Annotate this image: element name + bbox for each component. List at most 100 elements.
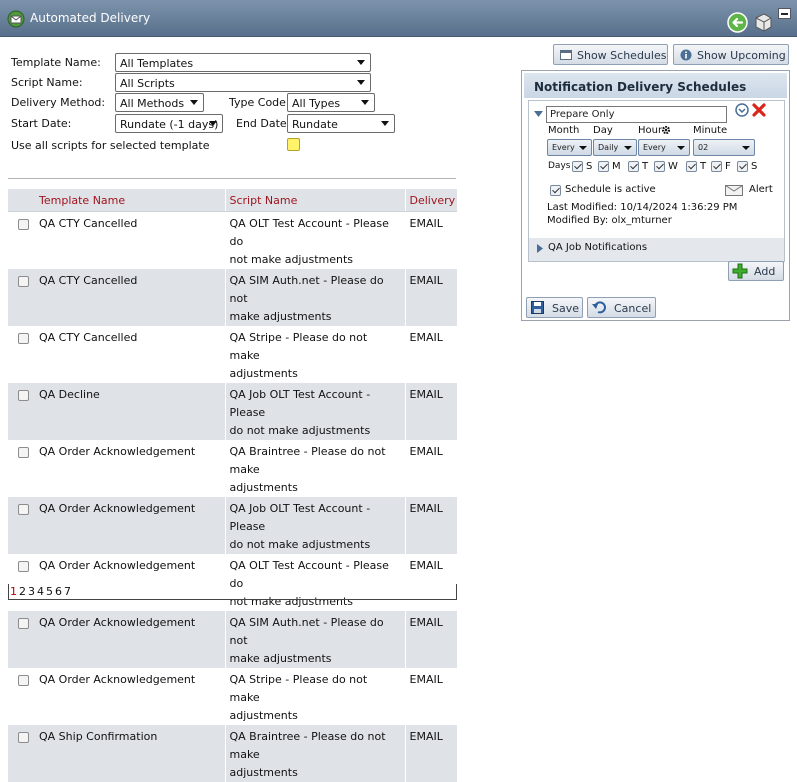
delivery-cell: EMAIL	[404, 269, 457, 326]
script-name-select[interactable]: All Scripts	[115, 73, 371, 92]
day-checkbox[interactable]	[598, 161, 609, 172]
month-select[interactable]: Every	[547, 139, 592, 156]
table-row[interactable]: QA Decline QA Job OLT Test Account - Plea…	[8, 383, 457, 440]
delivery-cell: EMAIL	[404, 440, 457, 497]
day-checkbox[interactable]	[572, 161, 583, 172]
table-row[interactable]: QA Order Acknowledgement QA Stripe - Plea…	[8, 668, 457, 725]
expand-down-icon[interactable]	[534, 108, 543, 121]
day-label: F	[725, 161, 731, 172]
info-icon	[680, 49, 692, 61]
template-name-cell: QA Order Acknowledgement	[35, 497, 225, 554]
delete-icon[interactable]	[752, 103, 766, 120]
table-row[interactable]: QA Order Acknowledgement QA Braintree - P…	[8, 440, 457, 497]
script-name-cell: QA Job OLT Test Account - Please do not m…	[224, 383, 405, 440]
row-checkbox[interactable]	[18, 447, 29, 458]
add-button[interactable]: Add	[728, 261, 784, 281]
schedule-active-checkbox[interactable]	[550, 185, 561, 196]
row-checkbox[interactable]	[18, 276, 29, 287]
use-all-scripts-label: Use all scripts for selected template	[11, 139, 210, 152]
page-link[interactable]: 7	[64, 585, 71, 598]
delivery-cell: EMAIL	[404, 611, 457, 668]
table-row[interactable]: QA CTY Cancelled QA Stripe - Please do no…	[8, 326, 457, 383]
script-name-cell: QA Job OLT Test Account - Please do not m…	[224, 497, 405, 554]
day-select[interactable]: Daily	[593, 139, 637, 156]
cancel-label: Cancel	[614, 302, 652, 315]
script-name-line1: QA Braintree - Please do not make	[229, 445, 386, 476]
show-upcoming-label: Show Upcoming	[697, 49, 786, 62]
hour-select[interactable]: Every	[638, 139, 690, 156]
schedule-name-field[interactable]: Prepare Only	[546, 106, 727, 123]
row-checkbox[interactable]	[18, 504, 29, 515]
table-row[interactable]: QA Order Acknowledgement QA SIM Auth.net …	[8, 611, 457, 668]
schedule-clock-icon[interactable]	[735, 103, 749, 120]
job-notifications-label: QA Job Notifications	[548, 242, 648, 253]
row-select-cell	[8, 440, 35, 497]
row-checkbox[interactable]	[18, 219, 29, 230]
header-template-name[interactable]: Template Name	[35, 189, 225, 212]
table-row[interactable]: QA Ship Confirmation QA Braintree - Pleas…	[8, 725, 457, 782]
day-checkbox[interactable]	[737, 161, 748, 172]
page-link[interactable]: 1	[10, 585, 17, 598]
add-label: Add	[754, 265, 776, 278]
row-checkbox[interactable]	[18, 675, 29, 686]
row-select-cell	[8, 269, 35, 326]
day-checkbox[interactable]	[686, 161, 697, 172]
script-name-cell: QA OLT Test Account - Please do not make …	[224, 554, 405, 611]
script-name-line2: do not make adjustments	[229, 538, 371, 551]
show-schedules-button[interactable]: Show Schedules	[553, 44, 668, 65]
row-select-cell	[8, 725, 35, 782]
page-link[interactable]: 6	[55, 585, 62, 598]
row-select-cell	[8, 497, 35, 554]
type-code-label: Type Code:	[229, 96, 290, 109]
minute-select[interactable]: 02	[693, 139, 755, 156]
page-link[interactable]: 2	[19, 585, 26, 598]
table-row[interactable]: QA CTY Cancelled QA SIM Auth.net - Please…	[8, 269, 457, 326]
row-checkbox[interactable]	[18, 618, 29, 629]
template-name-select[interactable]: All Templates	[115, 53, 371, 72]
row-checkbox[interactable]	[18, 561, 29, 572]
table-row[interactable]: QA Order Acknowledgement QA OLT Test Acco…	[8, 554, 457, 611]
hour-label: Hour	[638, 125, 663, 136]
row-checkbox[interactable]	[18, 732, 29, 743]
use-all-scripts-checkbox[interactable]	[287, 138, 300, 151]
table-row[interactable]: QA CTY Cancelled QA OLT Test Account - Pl…	[8, 211, 457, 269]
cancel-button[interactable]: Cancel	[587, 297, 656, 318]
minimize-icon[interactable]	[778, 8, 791, 19]
script-name-line1: QA OLT Test Account - Please do	[229, 217, 389, 248]
script-name-line2: adjustments	[229, 709, 298, 722]
row-select-cell	[8, 668, 35, 725]
script-name-cell: QA SIM Auth.net - Please do not make adju…	[224, 611, 405, 668]
script-name-line1: QA Stripe - Please do not make	[229, 673, 368, 704]
script-name-line1: QA SIM Auth.net - Please do not	[229, 274, 384, 305]
alert-label: Alert	[749, 184, 773, 195]
alert-envelope-icon[interactable]	[725, 185, 743, 199]
back-arrow-icon[interactable]	[727, 12, 748, 33]
day-checkbox[interactable]	[654, 161, 665, 172]
save-button[interactable]: Save	[526, 297, 583, 318]
table-row[interactable]: QA Order Acknowledgement QA Job OLT Test …	[8, 497, 457, 554]
row-select-cell	[8, 383, 35, 440]
start-date-label: Start Date:	[11, 117, 72, 130]
type-code-select[interactable]: All Types	[287, 93, 375, 112]
page-link[interactable]: 5	[46, 585, 53, 598]
template-name-cell: QA Order Acknowledgement	[39, 673, 196, 686]
show-upcoming-button[interactable]: Show Upcoming	[673, 44, 789, 65]
gear-icon[interactable]	[661, 125, 671, 138]
header-script-name[interactable]: Script Name	[224, 189, 405, 212]
page-link[interactable]: 3	[28, 585, 35, 598]
day-label: T	[642, 161, 649, 172]
day-checkbox[interactable]	[711, 161, 722, 172]
script-name-cell: QA Braintree - Please do not make adjustm…	[224, 725, 405, 782]
day-label: T	[700, 161, 707, 172]
day-checkbox[interactable]	[628, 161, 639, 172]
start-date-select[interactable]: Rundate (-1 days)	[115, 114, 223, 133]
page-link[interactable]: 4	[37, 585, 44, 598]
row-checkbox[interactable]	[18, 390, 29, 401]
row-checkbox[interactable]	[18, 333, 29, 344]
package-icon[interactable]	[752, 11, 774, 33]
delivery-method-select[interactable]: All Methods	[115, 93, 204, 112]
header-delivery[interactable]: Delivery	[404, 189, 457, 212]
expand-right-icon[interactable]	[537, 243, 543, 256]
end-date-select[interactable]: Rundate	[287, 114, 395, 133]
header-select	[8, 189, 35, 212]
